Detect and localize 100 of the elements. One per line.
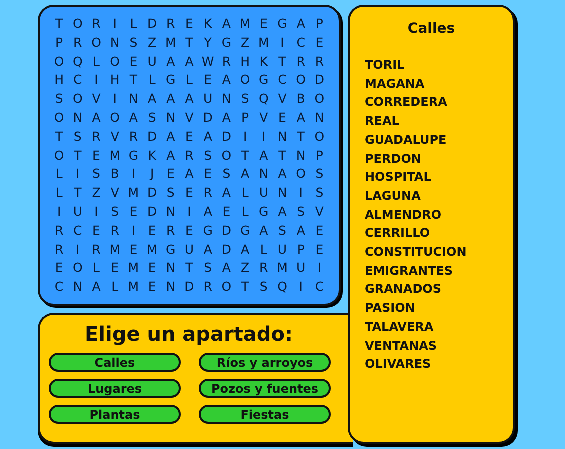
grid-letter[interactable]: E [143,259,162,278]
grid-letter[interactable]: A [217,108,236,128]
grid-letter[interactable]: N [273,128,292,147]
grid-letter[interactable]: B [292,90,310,109]
grid-letter[interactable]: P [50,34,69,53]
grid-letter[interactable]: N [68,108,88,128]
grid-letter[interactable]: N [162,108,180,128]
grid-letter[interactable]: S [198,146,218,166]
grid-letter[interactable]: L [106,278,124,297]
grid-letter[interactable]: H [106,71,124,90]
grid-letter[interactable]: A [180,165,199,184]
grid-letter[interactable]: A [162,146,180,166]
grid-letter[interactable]: S [273,222,292,241]
grid-letter[interactable]: R [292,52,310,72]
grid-letter[interactable]: T [236,146,255,166]
grid-letter[interactable]: A [217,71,236,90]
grid-letter[interactable]: K [143,146,162,166]
grid-letter[interactable]: L [254,240,274,260]
grid-letter[interactable]: N [124,90,143,109]
grid-letter[interactable]: S [292,202,310,222]
grid-letter[interactable]: A [198,128,218,147]
grid-letter[interactable]: E [50,259,69,278]
grid-letter[interactable]: U [68,202,88,222]
grid-letter[interactable]: J [143,165,162,184]
grid-letter[interactable]: A [254,222,274,241]
grid-letter[interactable]: T [273,52,292,72]
grid-letter[interactable]: A [180,90,199,109]
grid-letter[interactable]: E [180,184,199,203]
grid-letter[interactable]: N [162,259,180,278]
grid-letter[interactable]: L [87,259,106,278]
grid-letter[interactable]: P [310,146,329,166]
grid-letter[interactable]: O [310,90,329,109]
grid-letter[interactable]: E [143,278,162,297]
grid-letter[interactable]: Z [236,34,255,53]
grid-letter[interactable]: V [87,90,106,109]
grid-letter[interactable]: U [273,240,292,260]
grid-letter[interactable]: M [106,146,124,166]
grid-letter[interactable]: I [106,90,124,109]
grid-letter[interactable]: C [50,278,69,297]
grid-letter[interactable]: N [68,278,88,297]
grid-letter[interactable]: Z [236,259,255,278]
grid-letter[interactable]: A [292,222,310,241]
grid-letter[interactable]: T [124,71,143,90]
grid-letter[interactable]: A [87,278,106,297]
grid-letter[interactable]: O [106,52,124,72]
grid-letter[interactable]: R [87,128,106,147]
grid-letter[interactable]: D [143,15,162,34]
grid-letter[interactable]: D [217,222,236,241]
grid-letter[interactable]: E [143,222,162,241]
grid-letter[interactable]: R [50,222,69,241]
grid-letter[interactable]: N [106,34,124,53]
grid-letter[interactable]: A [162,52,180,72]
grid-letter[interactable]: O [50,108,69,128]
grid-letter[interactable]: I [180,202,199,222]
grid-letter[interactable]: T [68,184,88,203]
grid-letter[interactable]: S [124,34,143,53]
grid-letter[interactable]: Q [273,278,292,297]
grid-letter[interactable]: R [106,222,124,241]
grid-letter[interactable]: A [273,202,292,222]
grid-letter[interactable]: R [310,52,329,72]
grid-letter[interactable]: G [162,240,180,260]
grid-letter[interactable]: E [310,222,329,241]
grid-letter[interactable]: C [68,222,88,241]
grid-letter[interactable]: I [310,259,329,278]
grid-letter[interactable]: U [254,184,274,203]
grid-letter[interactable]: T [236,278,255,297]
grid-letter[interactable]: Y [198,34,218,53]
grid-letter[interactable]: E [254,15,274,34]
grid-letter[interactable]: L [87,52,106,72]
grid-letter[interactable]: G [198,222,218,241]
grid-letter[interactable]: A [143,90,162,109]
grid-letter[interactable]: O [310,128,329,147]
grid-letter[interactable]: A [273,165,292,184]
grid-letter[interactable]: N [162,278,180,297]
grid-letter[interactable]: E [180,222,199,241]
grid-letter[interactable]: A [198,240,218,260]
grid-letter[interactable]: D [143,128,162,147]
grid-letter[interactable]: T [50,128,69,147]
grid-letter[interactable]: M [162,34,180,53]
grid-letter[interactable]: R [87,240,106,260]
grid-letter[interactable]: S [254,278,274,297]
grid-letter[interactable]: R [198,278,218,297]
grid-letter[interactable]: A [292,108,310,128]
grid-letter[interactable]: D [310,71,329,90]
grid-letter[interactable]: O [292,71,310,90]
grid-letter[interactable]: R [124,128,143,147]
grid-letter[interactable]: L [50,165,69,184]
grid-letter[interactable]: E [198,165,218,184]
grid-letter[interactable]: O [68,15,88,34]
grid-letter[interactable]: I [87,202,106,222]
grid-letter[interactable]: G [236,222,255,241]
grid-letter[interactable]: M [273,259,292,278]
grid-letter[interactable]: I [50,202,69,222]
grid-letter[interactable]: N [310,108,329,128]
grid-letter[interactable]: A [198,202,218,222]
grid-letter[interactable]: M [106,240,124,260]
grid-letter[interactable]: E [310,34,329,53]
grid-letter[interactable]: R [254,259,274,278]
grid-letter[interactable]: G [217,34,236,53]
grid-letter[interactable]: A [236,240,255,260]
